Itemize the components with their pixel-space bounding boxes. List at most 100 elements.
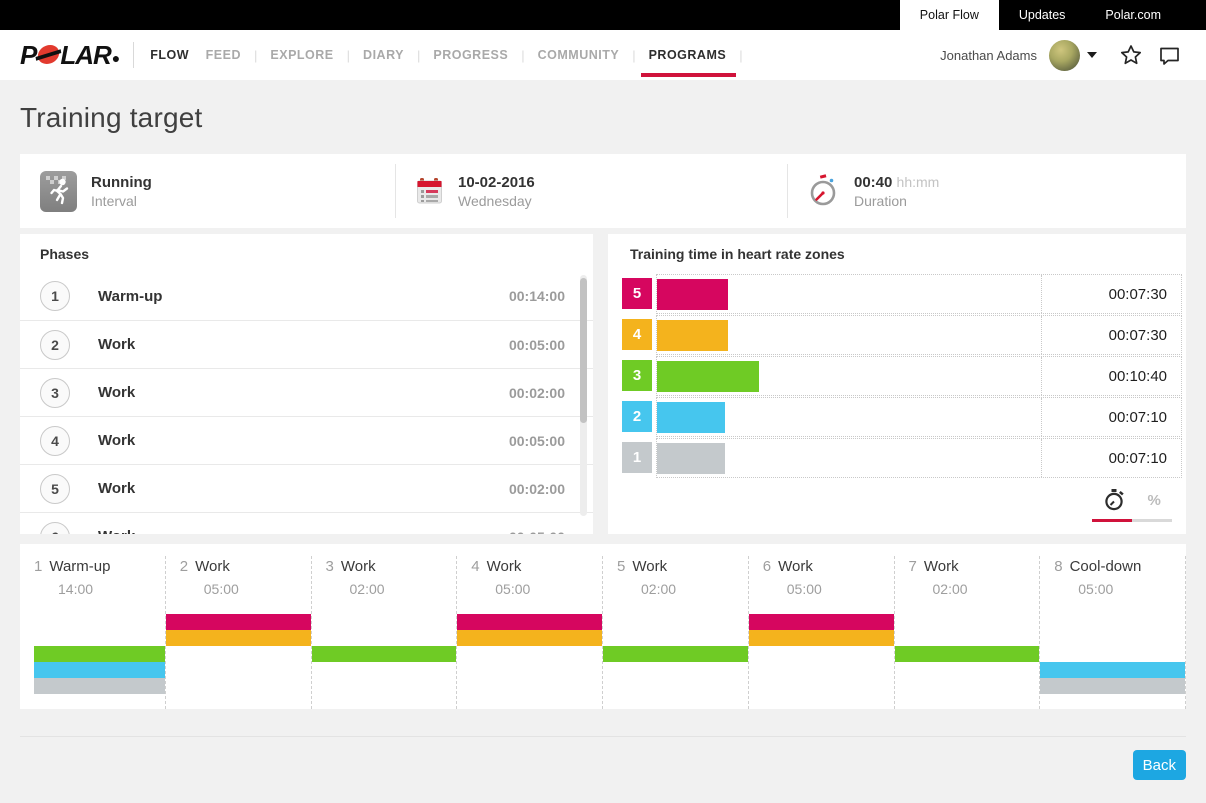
nav-item-community[interactable]: COMMUNITY: [538, 48, 620, 62]
nav-item-programs[interactable]: PROGRAMS: [649, 48, 727, 62]
phase-row-1[interactable]: 1 Warm-up 00:14:00: [20, 272, 593, 320]
duration-section: 00:40 hh:mm Duration: [787, 164, 1186, 218]
nav-separator: |: [632, 48, 635, 63]
chevron-down-icon[interactable]: [1087, 52, 1097, 58]
timeline-phase-number: 3: [326, 558, 334, 575]
nav-item-feed[interactable]: FEED: [206, 48, 241, 62]
timeline-phase-3: 3Work 02:00: [311, 556, 457, 709]
phases-scrollbar-thumb[interactable]: [580, 278, 587, 423]
percent-toggle-button[interactable]: %: [1147, 492, 1160, 509]
zone-row-3: 3 00:10:40: [622, 356, 1182, 396]
favorites-star-icon[interactable]: [1119, 43, 1143, 67]
timeline-zone-bars: [749, 614, 894, 694]
zone-time-value: 00:07:10: [1041, 439, 1181, 477]
phase-duration: 00:02:00: [509, 481, 565, 497]
feedback-chat-icon[interactable]: [1157, 43, 1182, 67]
timeline-phase-time: 05:00: [787, 581, 894, 597]
timeline-phase-4: 4 Work 05:00: [456, 556, 602, 709]
timeline-phase-time: 02:00: [933, 581, 1040, 597]
zone-time-value: 00:07:30: [1041, 316, 1181, 354]
timeline-phase-name: Work: [632, 558, 667, 575]
nav-item-explore[interactable]: EXPLORE: [270, 48, 333, 62]
time-toggle-stopwatch-icon[interactable]: [1103, 488, 1125, 512]
phase-name: Work: [98, 480, 509, 497]
phase-number-badge: 2: [40, 330, 70, 360]
nav-separator: |: [521, 48, 524, 63]
toptab-polar-com[interactable]: Polar.com: [1085, 0, 1181, 30]
timeline-phase-5: 5 Work 02:00: [602, 556, 748, 709]
zone-bar: [657, 279, 728, 310]
timeline-zone-bars: [34, 614, 165, 694]
phase-number-badge: 5: [40, 474, 70, 504]
timeline-phase-time: 14:00: [58, 581, 165, 597]
footer-divider: [20, 736, 1186, 737]
timeline-phase-time: 02:00: [641, 581, 748, 597]
nav-separator: |: [254, 48, 257, 63]
phase-duration: 00:02:00: [509, 385, 565, 401]
avatar[interactable]: [1049, 40, 1080, 71]
phase-name: Work: [98, 336, 509, 353]
timeline-phase-number: 8: [1054, 558, 1062, 575]
timeline-phase-name: Work: [487, 558, 522, 575]
zone-row-4: 4 00:07:30: [622, 315, 1182, 355]
toptab-polar-flow[interactable]: Polar Flow: [900, 0, 999, 30]
phases-panel: Phases 1 Warm-up 00:14:00 2 Work 00:05:0…: [20, 234, 593, 534]
timeline-zone-bars: [312, 614, 457, 694]
timeline-phase-7: 7Work 02:00: [894, 556, 1040, 709]
phases-scrollbar: [580, 275, 587, 516]
phase-row-2[interactable]: 2 Work 00:05:00: [20, 320, 593, 368]
timeline-phase-number: 5: [617, 558, 625, 575]
phase-name: Work: [98, 432, 509, 449]
timeline-zone-bars: [895, 614, 1040, 694]
phases-list: 1 Warm-up 00:14:00 2 Work 00:05:00 3 Wor…: [20, 272, 593, 534]
phase-duration: 00:05:00: [509, 529, 565, 535]
nav-separator: |: [739, 48, 742, 63]
toptab-updates[interactable]: Updates: [999, 0, 1086, 30]
timeline-phase-2: 2Work 05:00: [165, 556, 311, 709]
back-button[interactable]: Back: [1133, 750, 1186, 780]
sport-name: Running: [91, 173, 152, 192]
phase-number-badge: 6: [40, 522, 70, 535]
phase-number-badge: 1: [40, 281, 70, 311]
zone-number-badge: 3: [622, 360, 652, 391]
main-nav: PLAR● FLOW FEED | EXPLORE | DIARY | PROG…: [0, 30, 1206, 80]
toggle-underline: [1092, 519, 1172, 522]
timeline-phase-time: 05:00: [495, 581, 602, 597]
nav-item-progress[interactable]: PROGRESS: [433, 48, 508, 62]
target-date: 10-02-2016: [458, 173, 535, 192]
stopwatch-icon: [808, 174, 840, 208]
target-type: Interval: [91, 192, 152, 210]
target-weekday: Wednesday: [458, 192, 535, 210]
nav-separator: |: [347, 48, 350, 63]
timeline-phase-number: 4: [471, 558, 479, 575]
polar-logo[interactable]: PLAR●: [20, 40, 119, 71]
phase-timeline-panel: 1Warm-up 14:00 2Work 05:00 3Work 02:00 4…: [20, 544, 1186, 709]
timeline-phase-8: 8Cool-down 05:00: [1039, 556, 1186, 709]
zone-row-2: 2 00:07:10: [622, 397, 1182, 437]
zones-chart: 5 00:07:30 4 00:07:30 3 00:10:40 2: [622, 274, 1182, 478]
timeline-phase-name: Cool-down: [1070, 558, 1142, 575]
heart-rate-zones-panel: Training time in heart rate zones 5 00:0…: [608, 234, 1186, 534]
timeline-phase-name: Work: [924, 558, 959, 575]
zone-number-badge: 1: [622, 442, 652, 473]
phase-name: Warm-up: [98, 288, 509, 305]
nav-item-flow[interactable]: FLOW: [150, 48, 189, 62]
zone-row-1: 1 00:07:10: [622, 438, 1182, 478]
timeline-phase-time: 02:00: [350, 581, 457, 597]
timeline-phase-name: Work: [195, 558, 230, 575]
zone-bar: [657, 320, 728, 351]
timeline-zone-bars: [603, 614, 748, 694]
phase-row-6[interactable]: 6 Work 00:05:00: [20, 512, 593, 534]
phase-row-3[interactable]: 3 Work 00:02:00: [20, 368, 593, 416]
timeline-phase-6: 6Work 05:00: [748, 556, 894, 709]
user-name[interactable]: Jonathan Adams: [940, 48, 1037, 63]
nav-separator: |: [417, 48, 420, 63]
timeline-phase-number: 6: [763, 558, 771, 575]
nav-item-diary[interactable]: DIARY: [363, 48, 404, 62]
phase-row-4[interactable]: 4 Work 00:05:00: [20, 416, 593, 464]
nav-divider: [133, 42, 134, 68]
site-topbar: Polar Flow Updates Polar.com: [0, 0, 1206, 30]
phase-row-5[interactable]: 5 Work 00:02:00: [20, 464, 593, 512]
zone-time-value: 00:10:40: [1041, 357, 1181, 395]
zone-bar: [657, 443, 725, 474]
